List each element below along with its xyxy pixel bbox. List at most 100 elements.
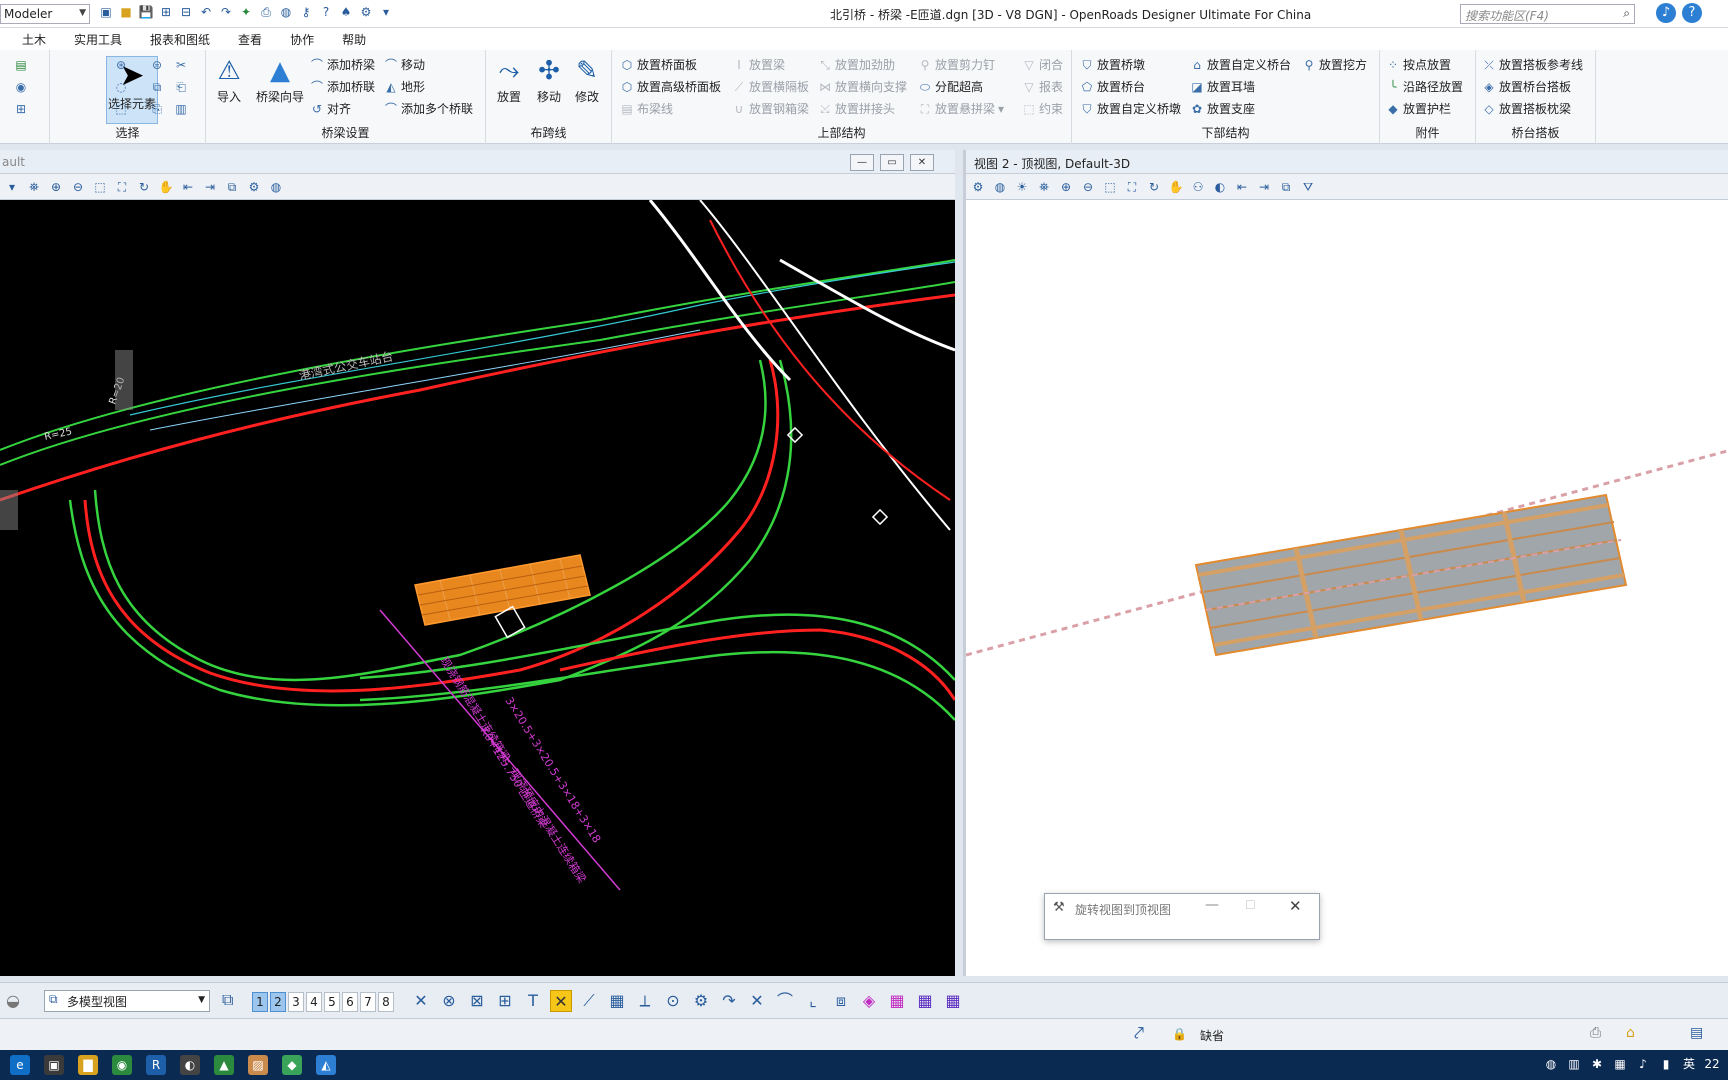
place-bearing-button[interactable]: ✿ 放置支座: [1190, 100, 1255, 117]
place-deck-button[interactable]: ⬡ 放置桥面板: [620, 56, 697, 73]
place-sleeper-beam-button[interactable]: ◇ 放置搭板枕梁: [1482, 100, 1571, 117]
place-barrier-button[interactable]: ◆ 放置护栏: [1386, 100, 1451, 117]
attributes-icon[interactable]: ▤: [14, 58, 28, 72]
view-button-3[interactable]: 3: [288, 992, 304, 1012]
copy-view-icon[interactable]: ⧉: [1278, 179, 1294, 195]
constraint-button[interactable]: ⬚ 约束: [1022, 100, 1063, 117]
grid-alt-icon[interactable]: ▦: [914, 990, 936, 1012]
view-1-window[interactable]: ault — ▭ ✕ ▾ ⛯ ⊕ ⊖ ⬚ ⛶ ↻ ✋ ⇤ ⇥ ⧉ ⚙ ◍ 港湾式…: [0, 150, 955, 976]
bridge-3d-top-view[interactable]: [966, 200, 1728, 976]
report-button[interactable]: ▽ 报表: [1022, 78, 1063, 95]
place-wingwall-button[interactable]: ◪ 放置耳墙: [1190, 78, 1255, 95]
rotate-view-dialog[interactable]: ⚒ 旋转视图到顶视图 — ☐ ✕: [1044, 893, 1320, 940]
zoom-in-icon[interactable]: ⊕: [48, 179, 64, 195]
settings-icon[interactable]: ⚙: [358, 4, 374, 20]
snap-arc-icon[interactable]: ↷: [718, 990, 740, 1012]
rotate-view-icon[interactable]: ↻: [1146, 179, 1162, 195]
assign-superelevation-button[interactable]: ⬭ 分配超高: [918, 78, 983, 95]
move-bridge-button[interactable]: ⌒ 移动: [384, 56, 425, 73]
chrome-icon[interactable]: ◉: [112, 1055, 132, 1075]
view-button-2[interactable]: 2: [270, 992, 286, 1012]
terrain-button[interactable]: ◭ 地形: [384, 78, 425, 95]
select-box-icon[interactable]: ⬚: [114, 102, 128, 116]
place-segmental-button[interactable]: ⛶ 放置悬拼梁 ▾: [918, 100, 1004, 117]
walk-icon[interactable]: ⚇: [1190, 179, 1206, 195]
snap-tangent-icon[interactable]: ⌒: [774, 990, 796, 1012]
fit-view-icon[interactable]: ⛶: [114, 179, 130, 195]
workspace-icon[interactable]: ▣: [98, 4, 114, 20]
tab-help[interactable]: 帮助: [328, 31, 380, 48]
window-area-icon[interactable]: ⬚: [92, 179, 108, 195]
rotate-view-icon[interactable]: ↻: [136, 179, 152, 195]
image-app-icon[interactable]: ▨: [248, 1055, 268, 1075]
store-icon[interactable]: ▣: [44, 1055, 64, 1075]
print-icon[interactable]: ⎙: [1590, 1025, 1601, 1041]
print-icon[interactable]: ⎙: [258, 4, 274, 20]
hierarchy-icon[interactable]: ⊞: [14, 102, 28, 116]
place-shear-stud-button[interactable]: ⚲ 放置剪力钉: [918, 56, 995, 73]
properties-icon[interactable]: ◉: [14, 80, 28, 94]
clock[interactable]: 22: [1704, 1056, 1720, 1072]
active-level-label[interactable]: 缺省: [1200, 1027, 1224, 1044]
camera-icon[interactable]: ◐: [1212, 179, 1228, 195]
view-button-6[interactable]: 6: [342, 992, 358, 1012]
snap-cross-icon[interactable]: ✕: [746, 990, 768, 1012]
snap-center-icon[interactable]: ⊠: [466, 990, 488, 1012]
notification-icon[interactable]: ♪: [1656, 3, 1676, 23]
network-icon[interactable]: ▦: [1612, 1056, 1628, 1072]
place-by-point-button[interactable]: ⁘ 按点放置: [1386, 56, 1451, 73]
undo-icon[interactable]: ↶: [198, 4, 214, 20]
place-slab-reference-button[interactable]: ⤫ 放置搭板参考线: [1482, 56, 1583, 73]
girder-line-button[interactable]: ▤ 布梁线: [620, 100, 673, 117]
snap-nearest-icon[interactable]: ⟋: [578, 990, 600, 1012]
select-lasso-icon[interactable]: ⊜: [150, 58, 164, 72]
snap-grid-icon[interactable]: ▦: [606, 990, 628, 1012]
cut-icon[interactable]: ✂: [174, 58, 188, 72]
edge-icon[interactable]: e: [10, 1055, 30, 1075]
place-cross-bracing-button[interactable]: ⋈ 放置横向支撑: [818, 78, 907, 95]
customize-qat-icon[interactable]: ▾: [378, 4, 394, 20]
tab-civil[interactable]: 土木: [8, 31, 60, 48]
place-along-path-button[interactable]: ╰ 沿路径放置: [1386, 78, 1463, 95]
snap-perpendicular-icon[interactable]: ⟂: [634, 990, 656, 1012]
bluetooth-icon[interactable]: ✱: [1589, 1056, 1605, 1072]
paste-icon[interactable]: ▥: [174, 102, 188, 116]
lock-icon[interactable]: 🔒: [1172, 1027, 1187, 1041]
bridge-model-top[interactable]: [1194, 493, 1628, 657]
workspace-select[interactable]: Modeler ▼: [0, 4, 90, 24]
previous-view-icon[interactable]: ⇤: [180, 179, 196, 195]
snap-mode-icon[interactable]: ✕: [410, 990, 432, 1012]
place-stiffener-button[interactable]: ⤡ 放置加劲肋: [818, 56, 895, 73]
place-girder-button[interactable]: I 放置梁: [732, 56, 785, 73]
snap-keypoint-icon[interactable]: ⊗: [438, 990, 460, 1012]
app-icon[interactable]: ◐: [180, 1055, 200, 1075]
copy-icon[interactable]: ⎘: [150, 102, 164, 116]
fit-view-icon[interactable]: ⛶: [1124, 179, 1140, 195]
model-view-select[interactable]: ⧉ 多模型视图 ▼: [44, 990, 210, 1012]
dropdown-icon[interactable]: ▾: [4, 179, 20, 195]
place-excavation-button[interactable]: ⚲ 放置挖方: [1302, 56, 1367, 73]
element-selection-icon[interactable]: ◒: [6, 991, 20, 1010]
grid-extra-icon[interactable]: ▦: [942, 990, 964, 1012]
select-copy-icon[interactable]: ⧉: [150, 80, 164, 94]
add-bridge-link-button[interactable]: ⌒ 添加桥联: [310, 78, 375, 95]
text-snap-icon[interactable]: T: [522, 990, 544, 1012]
home-icon[interactable]: ⌂: [1626, 1025, 1635, 1041]
snap-gear-icon[interactable]: ⚙: [690, 990, 712, 1012]
zoom-out-icon[interactable]: ⊖: [70, 179, 86, 195]
search-icon[interactable]: ⌕: [1623, 6, 1630, 21]
search-input[interactable]: 搜索功能区(F4) ⌕: [1460, 4, 1635, 24]
view-button-5[interactable]: 5: [324, 992, 340, 1012]
close-icon[interactable]: ✕: [910, 154, 934, 171]
place-custom-abutment-button[interactable]: ⌂ 放置自定义桥台: [1190, 56, 1291, 73]
snap-intersection-icon[interactable]: ⊞: [494, 990, 516, 1012]
active-app-icon[interactable]: ◭: [316, 1055, 336, 1075]
openroads-icon[interactable]: ◆: [282, 1055, 302, 1075]
lighting-icon[interactable]: ☀: [1014, 179, 1030, 195]
display-style-icon[interactable]: ◍: [992, 179, 1008, 195]
add-bridge-button[interactable]: ⌒ 添加桥梁: [310, 56, 375, 73]
snap-bounding-icon[interactable]: ⧈: [830, 990, 852, 1012]
clipboard-icon[interactable]: ⎗: [174, 80, 188, 94]
minimize-icon[interactable]: —: [850, 154, 874, 171]
tray-app-icon[interactable]: ◍: [1543, 1056, 1559, 1072]
